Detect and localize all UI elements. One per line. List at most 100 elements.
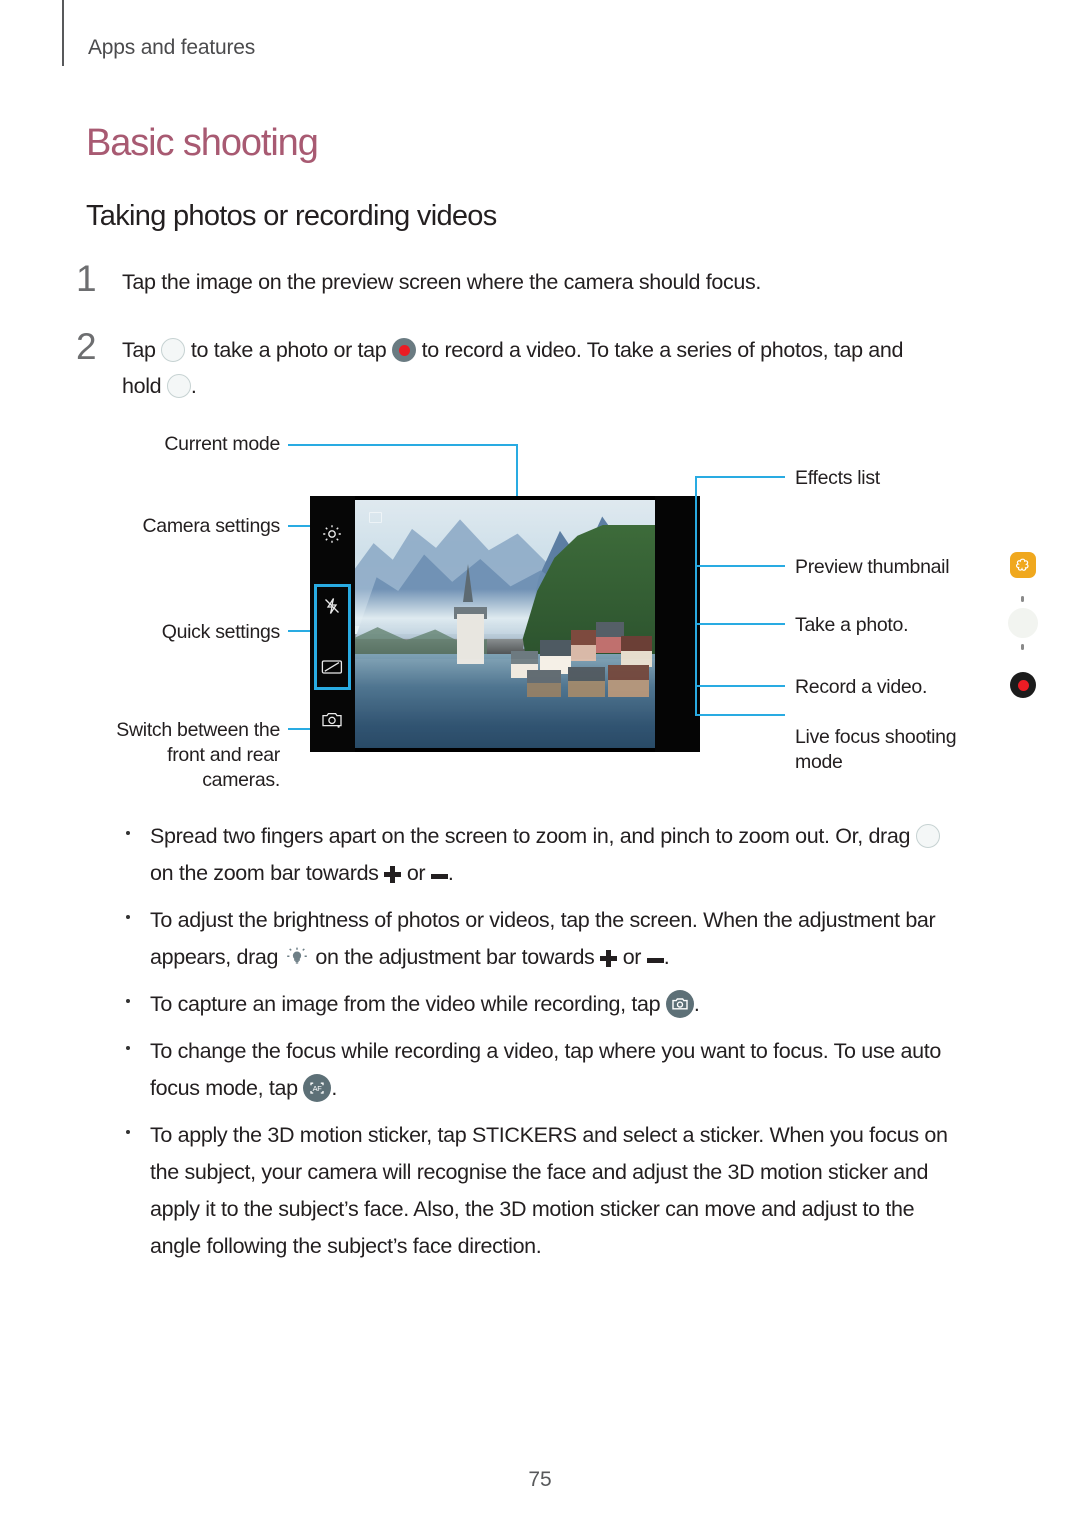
bullet-brightness-p5: .: [663, 945, 670, 969]
connector-current-mode-h: [288, 444, 518, 446]
shutter-button-icon-2: [166, 374, 191, 398]
bullet-zoom-p4: .: [447, 861, 454, 885]
label-switch-cameras: Switch between the front and rear camera…: [10, 718, 280, 793]
minus-icon: [646, 958, 664, 963]
numbered-steps: 1 Tap the image on the preview screen wh…: [76, 258, 1006, 418]
bullet-sticker-p2: the subject, your camera will recognise …: [150, 1160, 929, 1184]
step-2: 2 Tap to take a photo or tap to record a…: [76, 326, 1006, 404]
phone-camera-mockup: [310, 496, 1040, 752]
label-camera-settings: Camera settings: [142, 515, 281, 537]
bullet-brightness-p3: on the adjustment bar towards: [315, 945, 595, 969]
hdr-indicator-icon: [369, 512, 382, 523]
step-2-part-1: Tap: [122, 338, 156, 362]
step-1-number: 1: [76, 258, 97, 299]
brightness-bulb-icon: [284, 943, 310, 965]
scene-church-body: [457, 614, 484, 664]
step-2-part-3: to record a video. To take a series of p…: [421, 338, 904, 362]
shutter-button-icon: [161, 338, 186, 362]
shutter-dots-top: [1021, 596, 1024, 602]
bullet-zoom: Spread two fingers apart on the screen t…: [126, 818, 1016, 892]
label-record-a-video: Record a video.: [795, 676, 928, 698]
bullet-sticker-p1: To apply the 3D motion sticker, tap STIC…: [150, 1123, 948, 1147]
preview-thumbnail-button[interactable]: [1010, 552, 1036, 578]
connector-thumbnail: [695, 565, 785, 567]
label-live-focus-line2: mode: [795, 751, 843, 773]
notes-bullet-list: Spread two fingers apart on the screen t…: [126, 818, 1016, 1275]
label-switch-cameras-line1: Switch between the: [116, 719, 280, 741]
bullet-brightness-text: To adjust the brightness of photos or vi…: [150, 902, 1016, 976]
label-take-a-photo: Take a photo.: [795, 614, 909, 636]
connector-livefocus-h: [695, 714, 785, 716]
label-switch-cameras-line3: cameras.: [202, 769, 280, 791]
label-current-mode: Current mode: [164, 433, 280, 455]
bullet-marker: [126, 831, 130, 835]
plus-icon: [600, 950, 618, 967]
bullet-focus: To change the focus while recording a vi…: [126, 1033, 1016, 1107]
scene-house: [595, 621, 624, 653]
svg-text:AF: AF: [313, 1084, 323, 1093]
scene-house: [570, 629, 596, 662]
bullet-brightness-p1: To adjust the brightness of photos or vi…: [150, 908, 936, 932]
label-effects-list: Effects list: [795, 467, 880, 489]
connector-record-video: [695, 685, 785, 687]
capture-image-icon: [665, 990, 694, 1018]
step-2-part-4: hold: [122, 374, 162, 398]
bullet-sticker-p4: angle following the subject’s face direc…: [150, 1234, 542, 1258]
record-video-button[interactable]: [1010, 672, 1036, 698]
zoom-handle-icon: [915, 824, 940, 848]
bullet-capture: To capture an image from the video while…: [126, 986, 1016, 1023]
take-photo-button[interactable]: [1006, 606, 1040, 640]
gear-icon[interactable]: [320, 522, 344, 546]
label-switch-cameras-line2: front and rear: [167, 744, 280, 766]
bullet-sticker-p3: apply it to the subject’s face. Also, th…: [150, 1197, 915, 1221]
step-2-part-5: .: [190, 374, 197, 398]
bullet-brightness-p2: appears, drag: [150, 945, 279, 969]
quick-settings-highlight: [314, 584, 351, 690]
page-number: 75: [528, 1468, 552, 1491]
bullet-zoom-text: Spread two fingers apart on the screen t…: [150, 818, 1016, 892]
step-1-text: Tap the image on the preview screen wher…: [122, 270, 761, 294]
bullet-marker: [126, 915, 130, 919]
bullet-capture-p1: To capture an image from the video while…: [150, 992, 661, 1016]
bullet-capture-p2: .: [693, 992, 700, 1016]
label-live-focus-line1: Live focus shooting: [795, 726, 957, 748]
step-1: 1 Tap the image on the preview screen wh…: [76, 258, 1006, 310]
section-title: Taking photos or recording videos: [86, 200, 497, 232]
connector-effects-h: [695, 476, 785, 478]
bullet-focus-p2: focus mode, tap: [150, 1076, 298, 1100]
bullet-marker: [126, 999, 130, 1003]
bullet-marker: [126, 1046, 130, 1050]
record-dot: [1017, 679, 1029, 691]
camera-ui-figure: Current mode Camera settings Quick setti…: [0, 420, 1080, 800]
label-preview-thumbnail: Preview thumbnail: [795, 556, 950, 578]
bullet-focus-p3: .: [331, 1076, 337, 1100]
label-live-focus: Live focus shooting mode: [795, 725, 1025, 775]
bullet-marker: [126, 1130, 130, 1134]
bullet-brightness: To adjust the brightness of photos or vi…: [126, 902, 1016, 976]
scene-water-reflection: [355, 658, 655, 748]
record-button-icon: [392, 338, 417, 362]
plus-icon: [384, 866, 402, 883]
bullet-zoom-p2: on the zoom bar towards: [150, 861, 379, 885]
step-2-text: Tap to take a photo or tap to record a v…: [122, 332, 1006, 404]
step-2-number: 2: [76, 326, 97, 367]
connector-effects-v: [695, 476, 697, 716]
switch-camera-icon[interactable]: [321, 710, 343, 729]
preview-scene: [355, 500, 655, 748]
bullet-brightness-p4: or: [622, 945, 642, 969]
auto-focus-icon: AF: [303, 1074, 332, 1102]
bullet-focus-text: To change the focus while recording a vi…: [150, 1033, 1016, 1107]
bullet-sticker: To apply the 3D motion sticker, tap STIC…: [126, 1117, 1016, 1265]
shutter-dots-bottom: [1021, 644, 1024, 650]
camera-left-toolbar: [310, 496, 355, 752]
scene-church-spire: [463, 564, 473, 603]
page-title: Basic shooting: [86, 122, 319, 164]
bullet-capture-text: To capture an image from the video while…: [150, 986, 1016, 1023]
camera-viewfinder[interactable]: [355, 500, 655, 748]
bullet-zoom-p3: or: [406, 861, 426, 885]
camera-right-toolbar: [655, 496, 1040, 752]
page-edge-rule: [62, 0, 64, 66]
bullet-sticker-text: To apply the 3D motion sticker, tap STIC…: [150, 1117, 1016, 1265]
connector-take-photo: [695, 623, 785, 625]
running-head: Apps and features: [88, 36, 256, 59]
